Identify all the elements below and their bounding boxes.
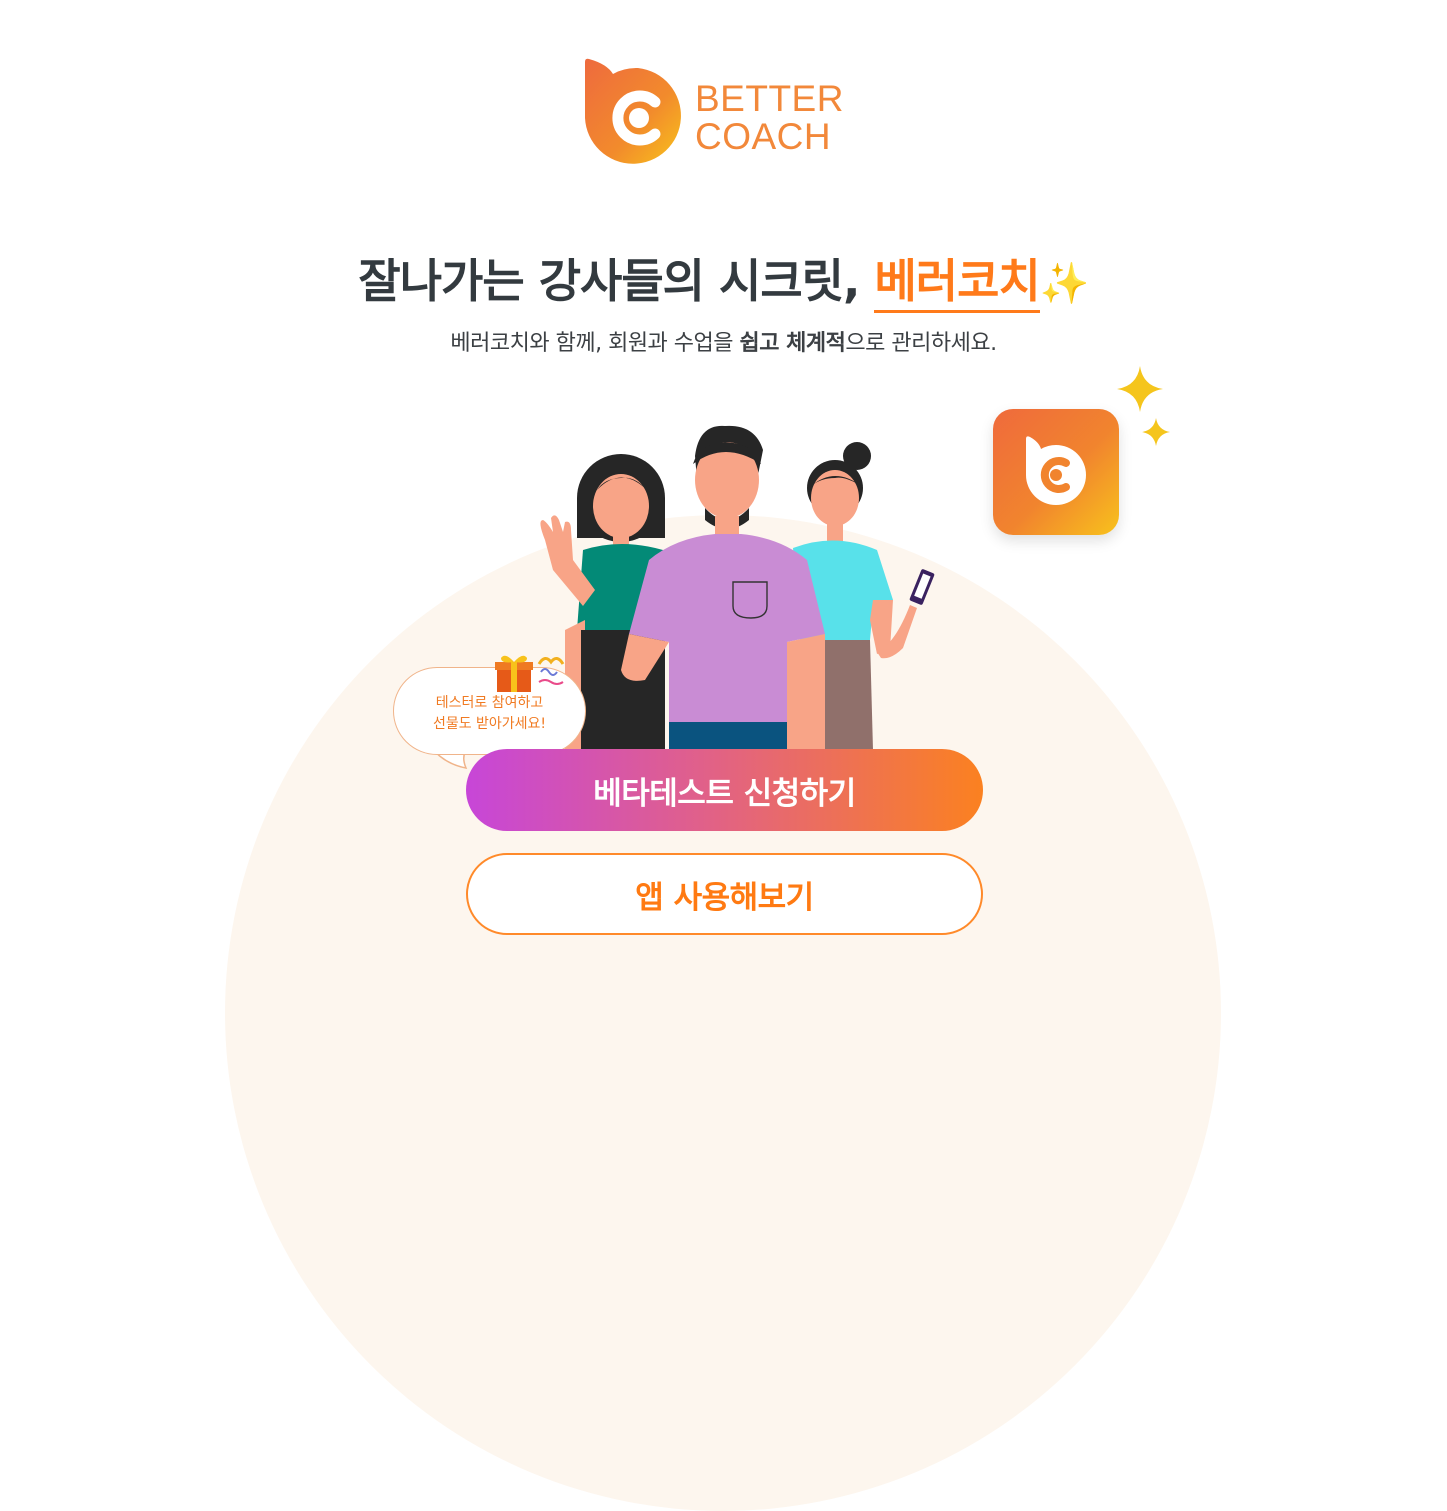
bubble-line2: 선물도 받아가세요! xyxy=(432,716,547,732)
page-subtitle: 베러코치와 함께, 회원과 수업을 쉽고 체계적으로 관리하세요. xyxy=(0,325,1447,357)
logo-text-line1: BETTER xyxy=(695,78,844,119)
title-brand: 베러코치 xyxy=(874,254,1041,313)
better-coach-logo-icon xyxy=(585,58,681,164)
page-title: 잘나가는 강사들의 시크릿, 베러코치✨ xyxy=(0,245,1447,313)
try-app-button[interactable]: 앱 사용해보기 xyxy=(466,853,983,935)
sparkle-big-icon xyxy=(1117,366,1163,412)
brand-logo[interactable]: BETTER COACH xyxy=(583,58,863,170)
better-coach-app-icon xyxy=(993,409,1119,535)
people-illustration xyxy=(540,425,935,750)
subtitle-bold: 쉽고 체계적 xyxy=(739,331,846,356)
gift-icon xyxy=(495,655,565,692)
app-logo-icon xyxy=(1026,436,1086,505)
sparkle-icon: ✨ xyxy=(1039,261,1090,307)
subtitle-part2: 으로 관리하세요. xyxy=(845,331,997,356)
subtitle-part1: 베러코치와 함께, 회원과 수업을 xyxy=(450,331,740,356)
beta-test-apply-button[interactable]: 베타테스트 신청하기 xyxy=(466,749,983,831)
logo-text-line2: COACH xyxy=(695,116,832,157)
sparkle-small-icon xyxy=(1142,418,1170,446)
title-prefix: 잘나가는 강사들의 시크릿, xyxy=(358,254,875,308)
bubble-line1: 테스터로 참여하고 xyxy=(435,695,544,711)
